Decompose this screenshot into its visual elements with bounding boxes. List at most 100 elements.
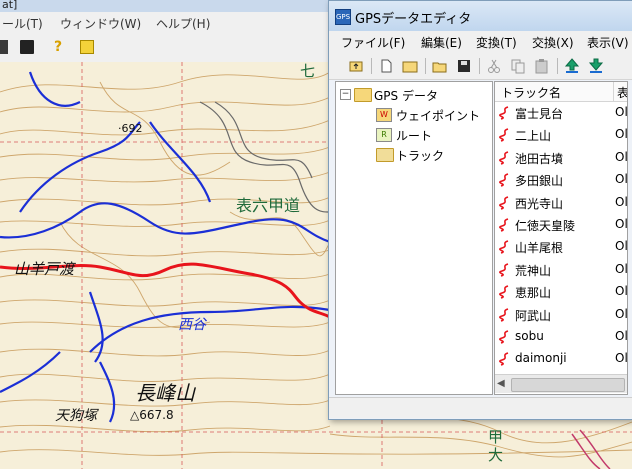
table-row[interactable]: 阿武山 Ol	[495, 304, 627, 326]
menu-file[interactable]: ファイル(F)	[341, 34, 405, 51]
table-row[interactable]: 仁徳天皇陵 Ol	[495, 214, 627, 236]
tree-item-label: ウェイポイント	[396, 109, 481, 123]
tree-item-waypoint[interactable]: W ウェイポイント	[340, 106, 490, 124]
track-name: 阿武山	[515, 308, 552, 323]
table-row[interactable]: 富士見台 Ol	[495, 102, 627, 124]
map-top-label: 七	[300, 62, 316, 80]
gps-window-titlebar[interactable]: GPS GPSデータエディタ	[329, 1, 632, 31]
track-name: 二上山	[515, 129, 552, 144]
toolbar-separator	[479, 58, 480, 74]
download-icon[interactable]	[587, 57, 605, 75]
track-display-cell: Ol	[615, 149, 628, 164]
paste-icon[interactable]	[533, 57, 551, 75]
tree-root-label: GPS データ	[374, 89, 438, 103]
track-display-cell: Ol	[615, 306, 628, 321]
scroll-left-icon[interactable]: ◀	[497, 378, 505, 389]
track-icon	[499, 106, 509, 120]
save-disk-icon[interactable]	[20, 40, 34, 54]
table-row[interactable]: daimonji Ol	[495, 348, 627, 370]
table-row[interactable]: 荒神山 Ol	[495, 259, 627, 281]
cut-icon[interactable]	[485, 57, 503, 75]
upload-icon[interactable]	[563, 57, 581, 75]
map-elevation-692: ·692	[118, 122, 143, 135]
track-name: 多田銀山	[515, 174, 564, 189]
track-icon	[499, 128, 509, 143]
copy-icon[interactable]	[509, 57, 527, 75]
track-display-cell: Ol	[615, 127, 628, 142]
tree-root-gps-data[interactable]: − GPS データ	[340, 86, 490, 104]
table-row[interactable]: 池田古墳 Ol	[495, 147, 627, 169]
table-row[interactable]: 西光寺山 Ol	[495, 192, 627, 214]
tree-item-route[interactable]: R ルート	[340, 126, 490, 144]
map-pass-label: 山羊戸渡	[14, 260, 75, 278]
gps-window-title: GPSデータエディタ	[355, 12, 472, 27]
track-icon	[499, 352, 509, 367]
horizontal-scrollbar[interactable]: ◀	[495, 374, 627, 393]
table-row[interactable]: 二上山 Ol	[495, 124, 627, 146]
track-icon	[499, 218, 509, 232]
track-display-cell: Ol	[615, 239, 628, 254]
bg-menu-help[interactable]: ヘルプ(H)	[156, 15, 210, 32]
track-display-cell: Ol	[615, 329, 628, 343]
table-row[interactable]: 山羊尾根 Ol	[495, 236, 627, 258]
menu-view[interactable]: 表示(V)	[587, 34, 629, 51]
track-icon	[499, 151, 509, 165]
track-list[interactable]: トラック名 表 富士見台 Ol 二上山 Ol 池田古墳 Ol 多田銀山 Ol 西光寺山 Ol 仁徳天…	[494, 81, 628, 395]
track-display-cell: Ol	[615, 217, 628, 231]
column-divider[interactable]	[613, 82, 614, 101]
menu-convert[interactable]: 変換(T)	[476, 34, 517, 51]
map-summit-elevation: △667.8	[130, 408, 174, 422]
track-icon	[499, 330, 509, 344]
gps-app-icon: GPS	[335, 9, 351, 25]
open-folder-icon[interactable]	[431, 57, 449, 75]
table-row[interactable]: sobu Ol	[495, 326, 627, 348]
collapse-icon[interactable]: −	[340, 89, 351, 100]
toolbar-separator	[425, 58, 426, 74]
table-row[interactable]: 多田銀山 Ol	[495, 169, 627, 191]
track-folder-icon	[376, 148, 394, 162]
rivers	[0, 71, 331, 423]
new-file-icon[interactable]	[377, 57, 395, 75]
column-header-track-name[interactable]: トラック名	[501, 84, 561, 101]
tree-item-track[interactable]: トラック	[340, 146, 490, 164]
track-name: 山羊尾根	[515, 241, 564, 256]
menu-exchange[interactable]: 交換(X)	[532, 34, 574, 51]
map-summit-label: 天狗塚	[55, 408, 97, 424]
up-folder-icon[interactable]	[347, 57, 365, 75]
gps-data-tree[interactable]: − GPS データ W ウェイポイント R ルート トラック	[335, 81, 493, 395]
track-display-cell: Ol	[615, 261, 628, 276]
track-icon	[499, 195, 509, 210]
track-display-cell: Ol	[615, 351, 628, 366]
table-row[interactable]: 恵那山 Ol	[495, 281, 627, 303]
folder-icon[interactable]	[401, 57, 419, 75]
track-name: daimonji	[515, 351, 567, 366]
track-display-cell: Ol	[615, 194, 628, 209]
track-icon	[499, 173, 509, 187]
tree-item-label: トラック	[396, 149, 445, 163]
track-name: 荒神山	[515, 263, 552, 278]
gps-statusbar	[329, 397, 632, 418]
column-header-display[interactable]: 表	[617, 84, 627, 101]
save-icon[interactable]	[455, 57, 473, 75]
help-question-icon[interactable]: ?	[54, 40, 68, 54]
map-valley-label: 西谷	[178, 317, 206, 333]
route-icon: R	[376, 128, 392, 142]
toolbar-separator	[557, 58, 558, 74]
scroll-thumb[interactable]	[511, 378, 625, 392]
menu-edit[interactable]: 編集(E)	[421, 34, 462, 51]
map-mountain-label: 長峰山	[135, 381, 195, 405]
track-name: sobu	[515, 329, 544, 343]
track-list-header: トラック名 表	[495, 82, 627, 102]
track-display-cell: Ol	[615, 172, 628, 187]
folder-icon	[354, 88, 372, 102]
bg-menu-tools[interactable]: ール(T)	[2, 15, 43, 32]
gps-toolbar	[329, 53, 632, 80]
film-icon[interactable]	[0, 40, 8, 54]
map-road-label: 表六甲道	[236, 196, 301, 215]
track-icon	[499, 285, 509, 299]
track-name: 西光寺山	[515, 196, 564, 211]
track-icon	[499, 307, 509, 322]
bg-menu-window[interactable]: ウィンドウ(W)	[60, 15, 141, 32]
context-help-icon[interactable]	[80, 40, 94, 54]
track-display-cell: Ol	[615, 105, 628, 119]
